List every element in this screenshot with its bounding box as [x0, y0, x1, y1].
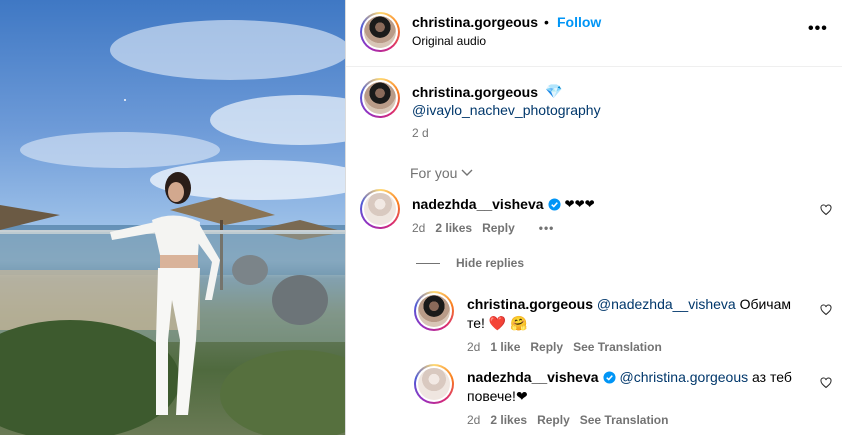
caption-username[interactable]: christina.gorgeous	[412, 84, 538, 100]
reply-text-line2: повече!❤	[467, 388, 528, 404]
verified-badge-icon	[602, 370, 616, 384]
reply-avatar[interactable]	[414, 364, 454, 404]
post-header: christina.gorgeous • Follow Original aud…	[346, 0, 842, 67]
reply-text-line: christina.gorgeous @nadezhda__visheva Об…	[467, 295, 807, 313]
reply-avatar[interactable]	[414, 291, 454, 331]
see-translation-button[interactable]: See Translation	[573, 340, 662, 354]
hide-replies-button[interactable]: Hide replies	[456, 256, 524, 270]
replies-divider	[416, 263, 440, 264]
like-heart-icon[interactable]	[820, 304, 832, 316]
more-options-icon[interactable]: •••	[808, 20, 828, 38]
author-avatar[interactable]	[360, 12, 400, 52]
reply-mention-link[interactable]: @christina.gorgeous	[620, 369, 749, 385]
reply-button[interactable]: Reply	[482, 221, 515, 235]
comment-time: 2d	[412, 221, 426, 235]
audio-label[interactable]: Original audio	[412, 34, 486, 48]
reply-meta: 2d 2 likes Reply See Translation	[467, 413, 668, 427]
chevron-down-icon	[461, 169, 473, 176]
comment-likes[interactable]: 2 likes	[435, 221, 472, 235]
reply-button[interactable]: Reply	[530, 340, 563, 354]
follow-button[interactable]: Follow	[557, 14, 601, 30]
reply-text-line2: те! ❤️ 🤗	[467, 315, 528, 331]
see-translation-button[interactable]: See Translation	[580, 413, 669, 427]
reply-time: 2d	[467, 413, 481, 427]
reply-text: аз теб	[748, 369, 792, 385]
caption-avatar[interactable]	[360, 78, 400, 118]
sort-dropdown[interactable]: For you	[410, 165, 473, 181]
reply-likes[interactable]: 1 like	[490, 340, 520, 354]
comment-more-icon[interactable]: •••	[539, 221, 555, 235]
like-heart-icon[interactable]	[820, 377, 832, 389]
reply-text: Обичам	[735, 296, 792, 312]
reply-meta: 2d 1 like Reply See Translation	[467, 340, 662, 354]
comment-text: ❤❤❤	[564, 197, 595, 211]
caption-time: 2 d	[412, 126, 429, 140]
reply-button[interactable]: Reply	[537, 413, 570, 427]
diamond-emoji: 💎	[545, 83, 563, 99]
header-separator: •	[544, 14, 549, 30]
commenter-avatar[interactable]	[360, 189, 400, 229]
reply-username[interactable]: nadezhda__visheva	[467, 368, 599, 386]
reply-likes[interactable]: 2 likes	[490, 413, 527, 427]
comments-pane: christina.gorgeous • Follow Original aud…	[345, 0, 842, 435]
reply-text-line: nadezhda__visheva @christina.gorgeous аз…	[467, 368, 807, 386]
caption-mention-link[interactable]: @ivaylo_nachev_photography	[412, 101, 601, 119]
commenter-username[interactable]: nadezhda__visheva	[412, 196, 544, 212]
verified-badge-icon	[547, 197, 561, 211]
sort-label: For you	[410, 165, 458, 181]
reply-mention-link[interactable]: @nadezhda__visheva	[597, 296, 736, 312]
post-media-video[interactable]	[0, 0, 345, 435]
comment-line: nadezhda__visheva ❤❤❤	[412, 196, 595, 212]
reply-username[interactable]: christina.gorgeous	[467, 296, 593, 312]
reply-time: 2d	[467, 340, 481, 354]
comment-meta: 2d 2 likes Reply •••	[412, 221, 554, 235]
like-heart-icon[interactable]	[820, 204, 832, 216]
author-username[interactable]: christina.gorgeous	[412, 14, 538, 30]
beach-scene-image	[0, 20, 345, 435]
